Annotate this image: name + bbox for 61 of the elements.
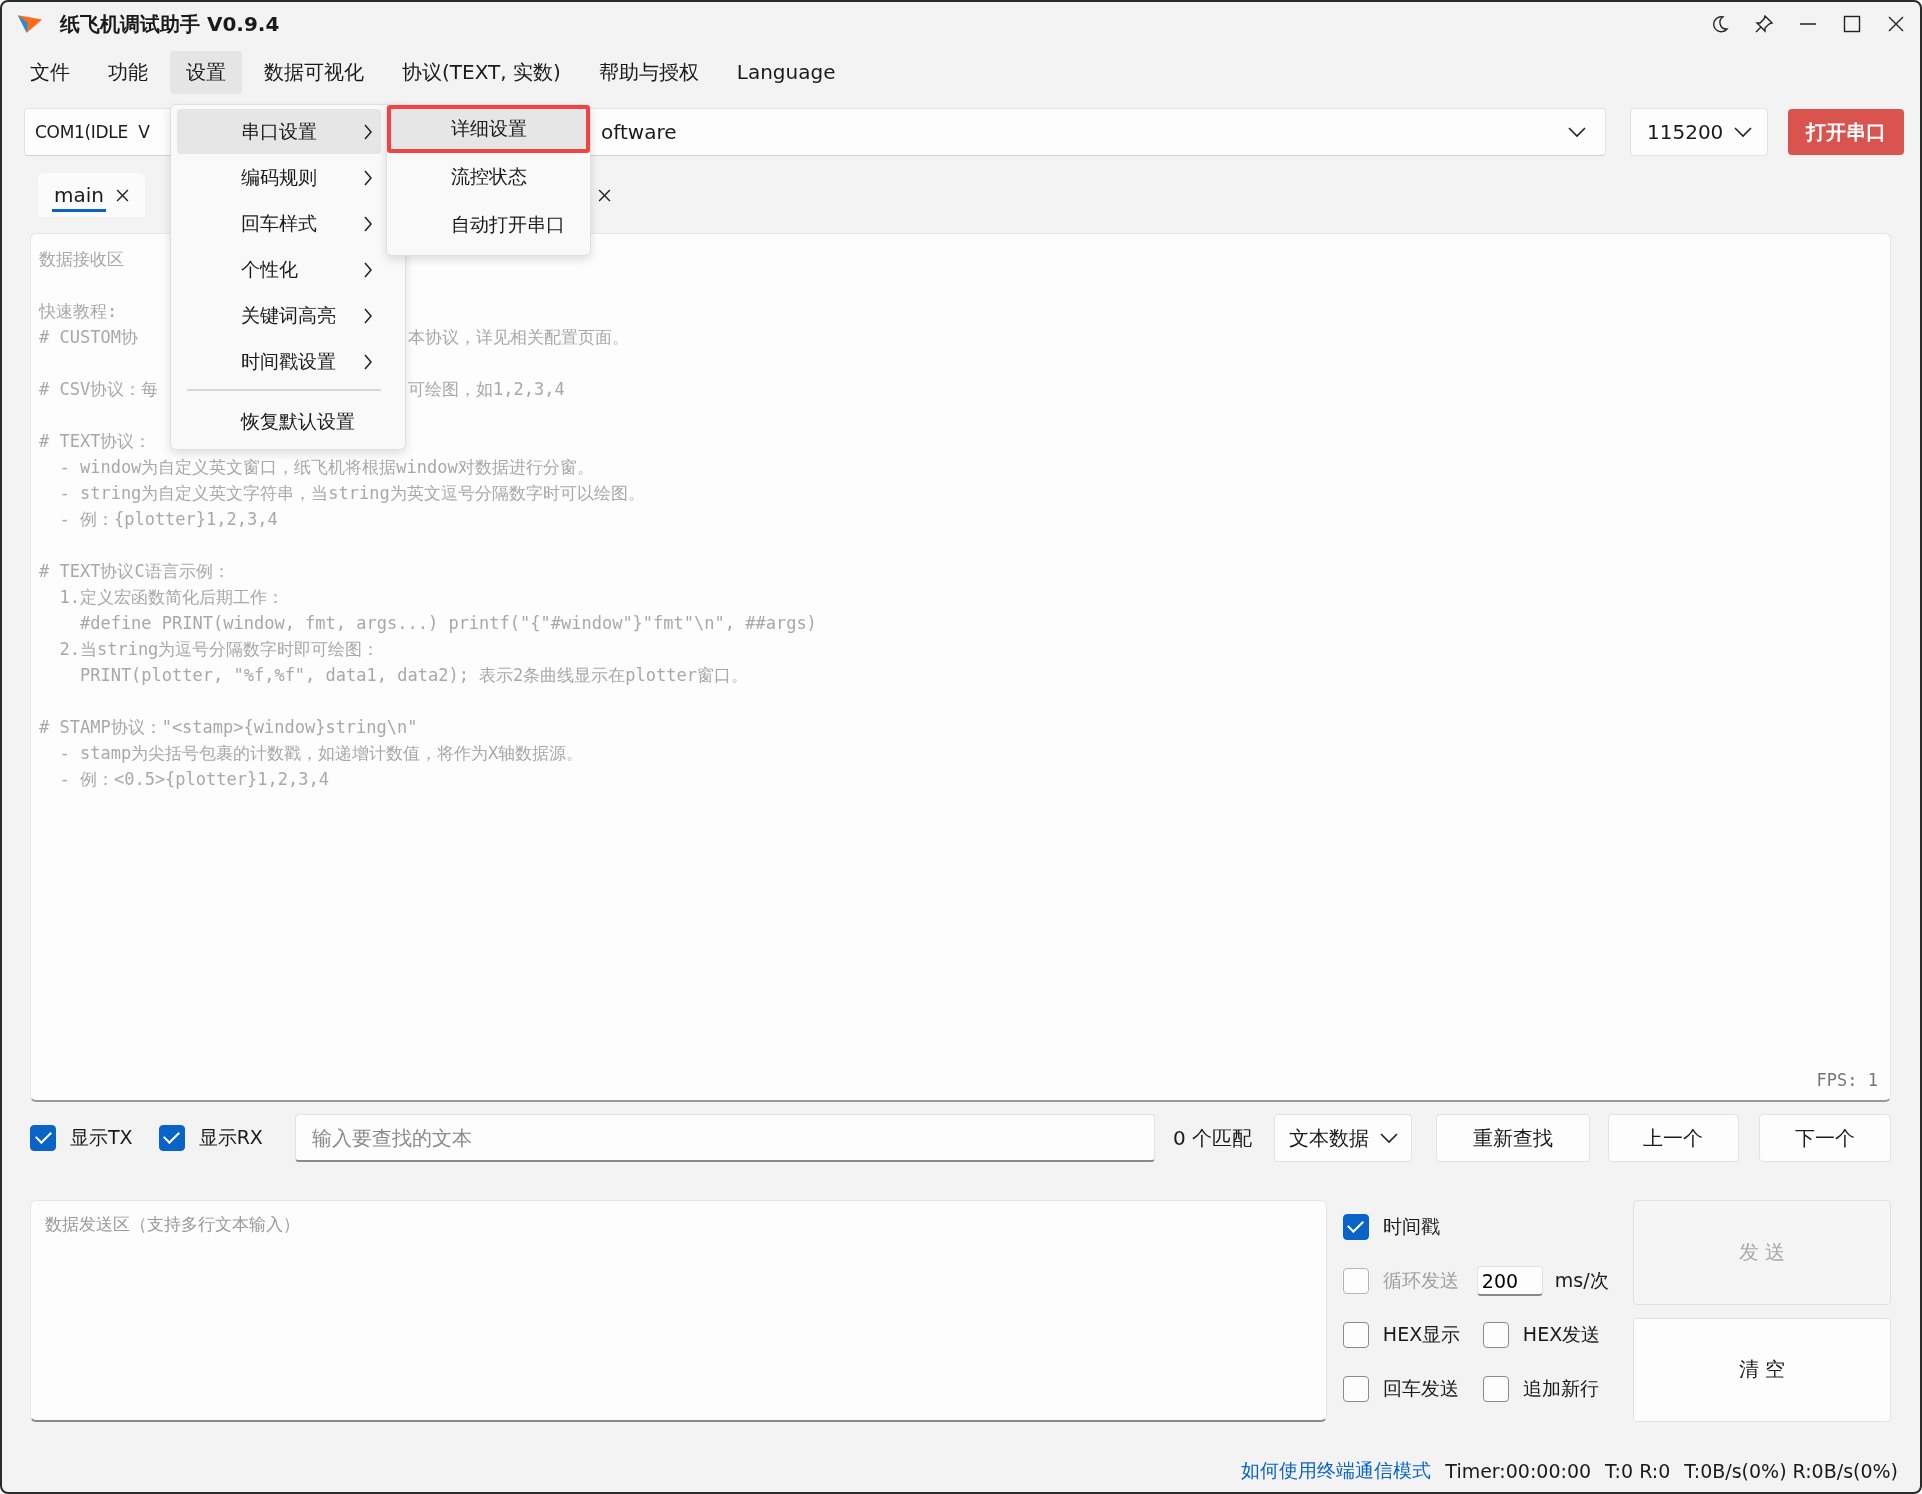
receive-text: #define PRINT(window, fmt, args...) printf("{"#window"}"fmt"\n", ##args): [78, 612, 817, 635]
checkbox-label: 时间戳: [1382, 1214, 1440, 1239]
checkbox-label: HEX显示: [1382, 1322, 1461, 1347]
checkbox-label: 循环发送: [1382, 1268, 1459, 1293]
receive-text: 1.定义宏函数简化后期工作：: [58, 586, 284, 609]
receive-text: - 例：<0.5>{plotter}1,2,3,4: [58, 768, 329, 791]
menu-item[interactable]: 串口设置: [177, 109, 381, 154]
fps-counter: FPS: 1: [1816, 1070, 1878, 1090]
help-link[interactable]: 如何使用终端通信模式: [1241, 1458, 1432, 1484]
search-button[interactable]: 下一个: [1759, 1114, 1891, 1162]
menu-item[interactable]: Language: [720, 52, 852, 92]
menu-item[interactable]: 个性化: [177, 247, 381, 292]
checkbox-label: HEX发送: [1522, 1322, 1601, 1347]
menu-item[interactable]: 流控状态: [387, 153, 590, 201]
menu-item[interactable]: 恢复默认设置: [177, 399, 381, 444]
status-text: Timer:00:00:00: [1445, 1460, 1592, 1482]
menu-item[interactable]: 文件: [14, 50, 86, 94]
menu-item[interactable]: 设置: [170, 50, 242, 94]
checkbox-label: 回车发送: [1382, 1376, 1459, 1401]
menu-item[interactable]: 回车样式: [177, 201, 381, 246]
baud-select[interactable]: 115200: [1630, 108, 1768, 156]
menu-item[interactable]: 详细设置: [387, 105, 590, 153]
receive-text: 可绘图，如1,2,3,4: [408, 378, 565, 401]
search-field[interactable]: 输入要查找的文本: [294, 1114, 1155, 1162]
receive-text: PRINT(plotter, "%f,%f", data1, data2); 表示2条曲线显示在plotter窗口。: [78, 664, 748, 687]
menu-item[interactable]: 编码规则: [177, 155, 381, 200]
match-count: 0 个匹配: [1173, 1124, 1253, 1152]
tab[interactable]: main: [38, 173, 145, 217]
menu-item[interactable]: 自动打开串口: [387, 201, 590, 249]
menu-item[interactable]: 功能: [92, 50, 164, 94]
receive-text: - string为自定义英文字符串，当string为英文逗号分隔数字时可以绘图。: [58, 482, 645, 505]
receive-text: - stamp为尖括号包裹的计数戳，如递增计数值，将作为X轴数据源。: [58, 742, 584, 765]
window-title: 纸飞机调试助手 V0.9.4: [60, 10, 280, 38]
receive-text: 快速教程:: [39, 300, 118, 323]
menu-item[interactable]: 协议(TEXT, 实数): [386, 50, 577, 94]
receive-text: # STAMP协议："<stamp>{window}string\n": [39, 716, 418, 739]
status-text: T:0B/s(0%) R:0B/s(0%): [1684, 1460, 1898, 1482]
search-button[interactable]: 上一个: [1607, 1114, 1740, 1162]
receive-text: # CUSTOM协: [39, 326, 138, 349]
clear-button[interactable]: 清 空: [1632, 1317, 1891, 1422]
unit-label: ms/次: [1554, 1268, 1609, 1293]
send-field[interactable]: 数据发送区（支持多行文本输入）: [30, 1200, 1327, 1422]
receive-text: # CSV协议：每: [39, 378, 159, 401]
menu-item[interactable]: 帮助与授权: [582, 50, 715, 94]
receive-text: 本协议，详见相关配置页面。: [408, 326, 629, 349]
menu-item[interactable]: 关键词高亮: [177, 293, 381, 338]
menu-item[interactable]: 时间戳设置: [177, 339, 381, 384]
receive-text: # TEXT协议：: [39, 430, 152, 453]
checkbox-label: 显示RX: [198, 1125, 263, 1150]
menu-item[interactable]: 数据可视化: [248, 50, 380, 94]
receive-text: 2.当string为逗号分隔数字时即可绘图：: [58, 638, 380, 661]
receive-text: 数据接收区: [39, 248, 124, 271]
receive-text: - window为自定义英文窗口，纸飞机将根据window对数据进行分窗。: [58, 456, 594, 479]
checkbox-label: 显示TX: [70, 1125, 133, 1150]
status-text: T:0 R:0: [1605, 1460, 1671, 1482]
receive-text: - 例：{plotter}1,2,3,4: [58, 508, 278, 531]
open-port-button[interactable]: 打开串口: [1788, 109, 1904, 155]
mode-select[interactable]: 文本数据: [1274, 1114, 1412, 1162]
receive-text: # TEXT协议C语言示例：: [39, 560, 230, 583]
search-button[interactable]: 重新查找: [1435, 1114, 1590, 1162]
checkbox-label: 追加新行: [1522, 1376, 1599, 1401]
